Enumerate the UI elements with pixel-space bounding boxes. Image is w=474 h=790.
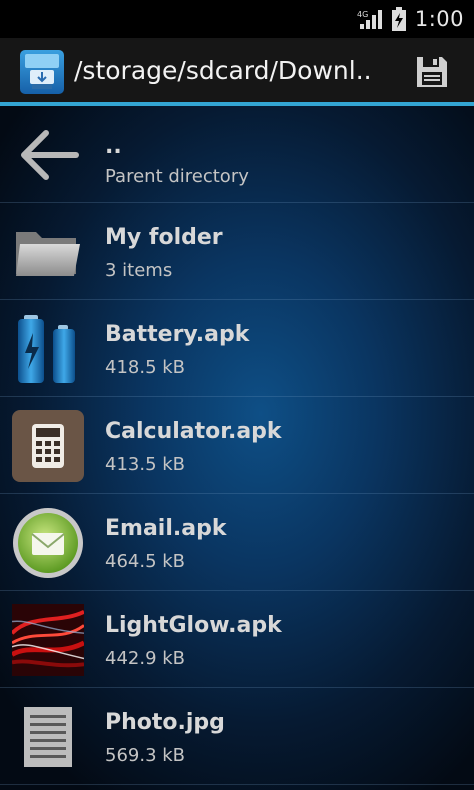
floppy-disk-icon (417, 57, 447, 87)
list-item-file[interactable]: Photo.jpg 569.3 kB (0, 688, 474, 785)
list-item-file[interactable]: Calculator.apk 413.5 kB (0, 397, 474, 494)
file-detail: 418.5 kB (105, 357, 186, 378)
list-item-file[interactable]: Battery.apk 418.5 kB (0, 300, 474, 397)
lightglow-icon (12, 604, 84, 676)
back-arrow-icon (12, 119, 84, 191)
file-detail: 413.5 kB (105, 454, 186, 475)
document-icon (12, 701, 84, 773)
file-detail: 569.3 kB (105, 745, 186, 766)
email-icon (12, 507, 84, 579)
list-item-parent-directory[interactable]: .. Parent directory (0, 106, 474, 203)
file-detail: 464.5 kB (105, 551, 186, 572)
file-name: .. (105, 134, 122, 159)
list-item-file[interactable]: Email.apk 464.5 kB (0, 494, 474, 591)
file-name: Battery.apk (105, 322, 250, 347)
save-button[interactable] (410, 50, 454, 94)
file-name: Calculator.apk (105, 419, 282, 444)
app-logo-icon[interactable] (20, 50, 64, 94)
folder-icon (12, 216, 84, 288)
status-bar: 4G 1:00 (0, 0, 474, 38)
file-name: Email.apk (105, 516, 227, 541)
status-time: 1:00 (414, 7, 464, 31)
file-detail: Parent directory (105, 166, 249, 187)
svg-text:4G: 4G (357, 10, 368, 19)
action-bar: /storage/sdcard/Downl... (0, 38, 474, 106)
signal-icon: 4G (357, 8, 383, 30)
file-name: LightGlow.apk (105, 613, 282, 638)
calculator-icon (12, 410, 84, 482)
battery-app-icon (12, 313, 84, 385)
current-path-title: /storage/sdcard/Downl... (74, 56, 374, 85)
file-detail: 3 items (105, 260, 173, 281)
list-item-folder[interactable]: My folder 3 items (0, 203, 474, 300)
battery-charging-icon (391, 7, 407, 31)
file-name: My folder (105, 225, 223, 250)
file-name: Photo.jpg (105, 710, 225, 735)
list-item-file[interactable]: LightGlow.apk 442.9 kB (0, 591, 474, 688)
file-list: .. Parent directory My folder 3 items Ba… (0, 106, 474, 790)
file-detail: 442.9 kB (105, 648, 186, 669)
